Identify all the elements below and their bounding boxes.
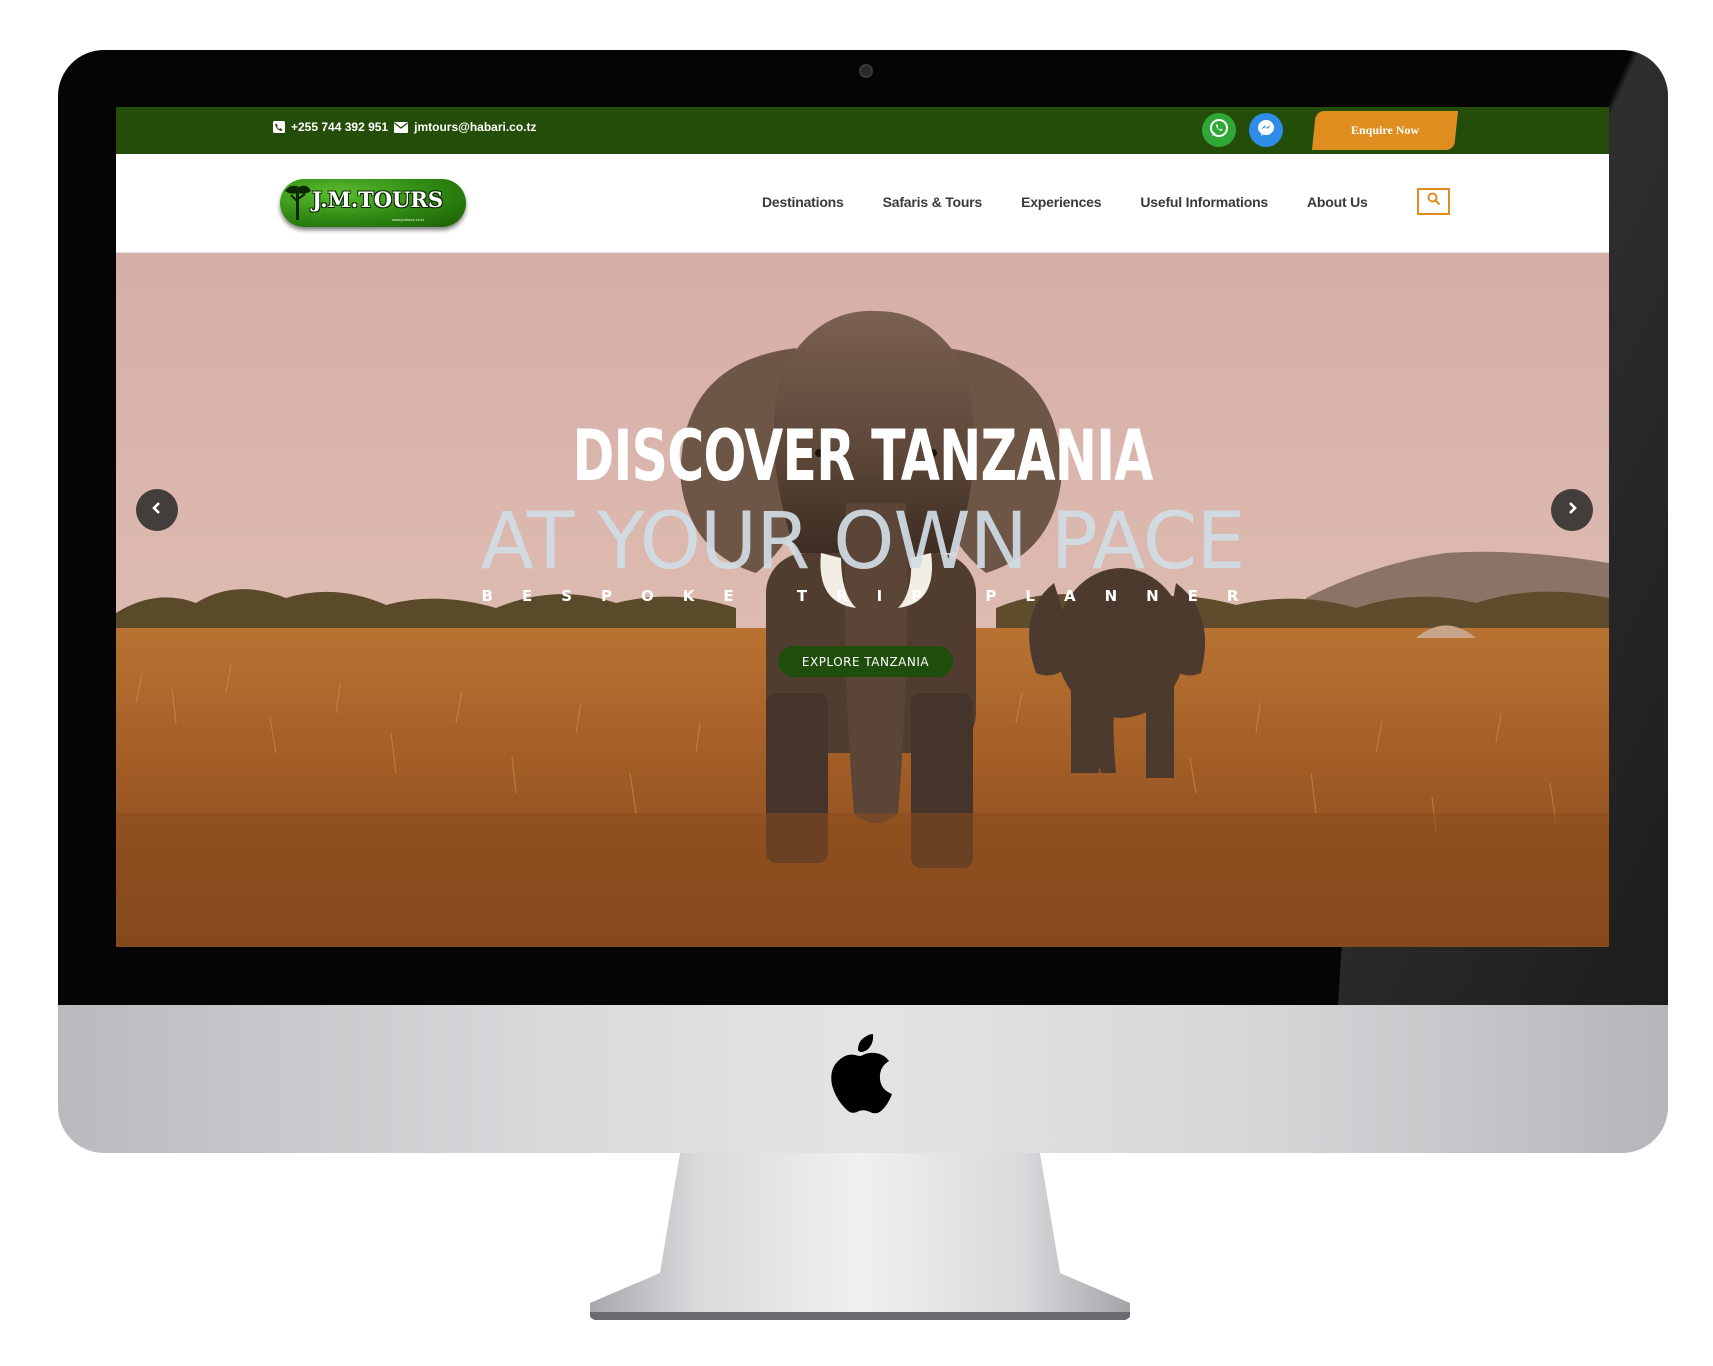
nav-useful-informations[interactable]: Useful Informations: [1140, 194, 1268, 210]
logo-url: www.jmtours.co.tz: [392, 217, 425, 222]
hero-subtitle: AT YOUR OWN PACE: [480, 497, 1245, 587]
email-address[interactable]: jmtours@habari.co.tz: [414, 120, 536, 134]
contact-info: +255 744 392 951 jmtours@habari.co.tz: [273, 120, 537, 134]
phone-icon: [273, 121, 285, 133]
chevron-left-icon: [150, 501, 164, 520]
imac-stand: [590, 1153, 1130, 1318]
phone-number[interactable]: +255 744 392 951: [291, 120, 388, 134]
slider-prev-button[interactable]: [136, 489, 178, 531]
website-screen: +255 744 392 951 jmtours@habari.co.tz En…: [116, 107, 1609, 947]
whatsapp-button[interactable]: [1202, 113, 1236, 147]
main-nav: Destinations Safaris & Tours Experiences…: [762, 194, 1368, 210]
messenger-button[interactable]: [1249, 113, 1283, 147]
nav-experiences[interactable]: Experiences: [1021, 194, 1101, 210]
search-icon: [1427, 192, 1441, 211]
stand-base: [590, 1312, 1130, 1320]
hero-title: DISCOVER TANZANIA: [572, 415, 1153, 497]
site-header: J.M.TOURS www.jmtours.co.tz Destinations…: [116, 154, 1609, 253]
webcam: [859, 64, 873, 78]
logo-text: J.M.TOURS: [312, 187, 444, 212]
chevron-right-icon: [1565, 501, 1579, 520]
explore-tanzania-button[interactable]: EXPLORE TANZANIA: [778, 646, 953, 677]
tree-logo-icon: [285, 185, 311, 220]
envelope-icon: [394, 121, 409, 133]
hero-tagline: BESPOKE TRIP PLANNER: [481, 587, 1268, 605]
nav-about-us[interactable]: About Us: [1307, 194, 1368, 210]
search-button[interactable]: [1417, 188, 1450, 215]
apple-logo-icon: [831, 1034, 892, 1114]
whatsapp-icon: [1208, 117, 1230, 144]
top-bar: +255 744 392 951 jmtours@habari.co.tz En…: [116, 107, 1609, 154]
nav-safaris-tours[interactable]: Safaris & Tours: [883, 194, 983, 210]
enquire-now-button[interactable]: Enquire Now: [1311, 111, 1459, 150]
hero-slider: DISCOVER TANZANIA AT YOUR OWN PACE BESPO…: [116, 253, 1609, 947]
enquire-now-label: Enquire Now: [1350, 123, 1420, 137]
site-logo[interactable]: J.M.TOURS www.jmtours.co.tz: [280, 179, 466, 227]
slider-next-button[interactable]: [1551, 489, 1593, 531]
nav-destinations[interactable]: Destinations: [762, 194, 844, 210]
messenger-icon: [1255, 117, 1277, 144]
